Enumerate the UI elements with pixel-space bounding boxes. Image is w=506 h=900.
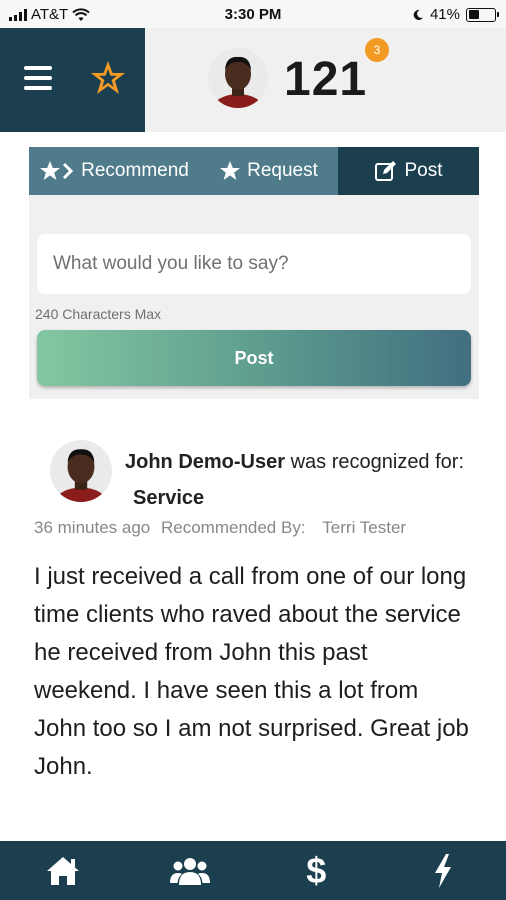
status-bar: AT&T 3:30 PM 41% — [0, 0, 506, 28]
home-icon — [47, 856, 80, 885]
recognition-category: Service — [133, 487, 205, 509]
status-right: 41% — [412, 6, 499, 23]
battery-percent: 41% — [429, 6, 460, 23]
moon-icon — [413, 9, 423, 20]
notification-badge[interactable]: 3 — [365, 38, 389, 62]
points-score: 121 — [284, 53, 368, 106]
battery-icon — [466, 7, 499, 22]
recognition-action-text: was recognized for: — [290, 451, 465, 473]
app-header: 121 3 — [0, 28, 506, 132]
tab-recommend[interactable]: Recommend — [29, 147, 199, 195]
tab-post-label: Post — [404, 160, 443, 181]
edit-icon — [375, 161, 397, 181]
nav-home[interactable] — [33, 841, 93, 900]
compose-tabs: Recommend Request Post — [29, 147, 479, 195]
header-left-panel — [0, 28, 145, 132]
post-text-input[interactable] — [37, 234, 471, 294]
feed-headline: John Demo-User was recognized for: Servi… — [125, 444, 485, 516]
feed-body-text: I just received a call from one of our l… — [34, 563, 469, 780]
post-button[interactable]: Post — [37, 330, 471, 386]
char-limit-hint: 240 Characters Max — [35, 306, 162, 322]
author-avatar[interactable] — [50, 440, 112, 502]
battery-fill — [468, 10, 479, 19]
nav-rewards[interactable]: $ — [286, 841, 346, 900]
bottom-nav: $ — [0, 841, 506, 900]
recommender-name: Terri Tester — [322, 518, 407, 537]
tab-request-label: Request — [247, 160, 318, 181]
recognized-user-name[interactable]: John Demo-User — [125, 451, 285, 473]
time-ago: 36 minutes ago — [34, 518, 151, 537]
compose-card: Recommend Request Post 240 Characters Ma… — [29, 147, 479, 399]
logo-star-icon — [91, 61, 125, 94]
dollar-icon: $ — [306, 849, 327, 891]
recommended-by-label: Recommended By: — [160, 518, 306, 537]
nav-team[interactable] — [160, 841, 220, 900]
tab-recommend-label: Recommend — [81, 160, 189, 181]
nav-activity[interactable] — [413, 841, 473, 900]
tab-request[interactable]: Request — [199, 147, 338, 195]
tab-post[interactable]: Post — [338, 147, 479, 195]
user-avatar[interactable] — [208, 48, 268, 108]
lightning-icon — [434, 853, 451, 888]
star-chevron-icon — [40, 161, 74, 180]
star-icon — [220, 161, 241, 180]
feed-meta: 36 minutes ago Recommended By: Terri Tes… — [34, 518, 412, 538]
team-icon — [169, 857, 210, 885]
menu-icon[interactable] — [24, 66, 52, 90]
